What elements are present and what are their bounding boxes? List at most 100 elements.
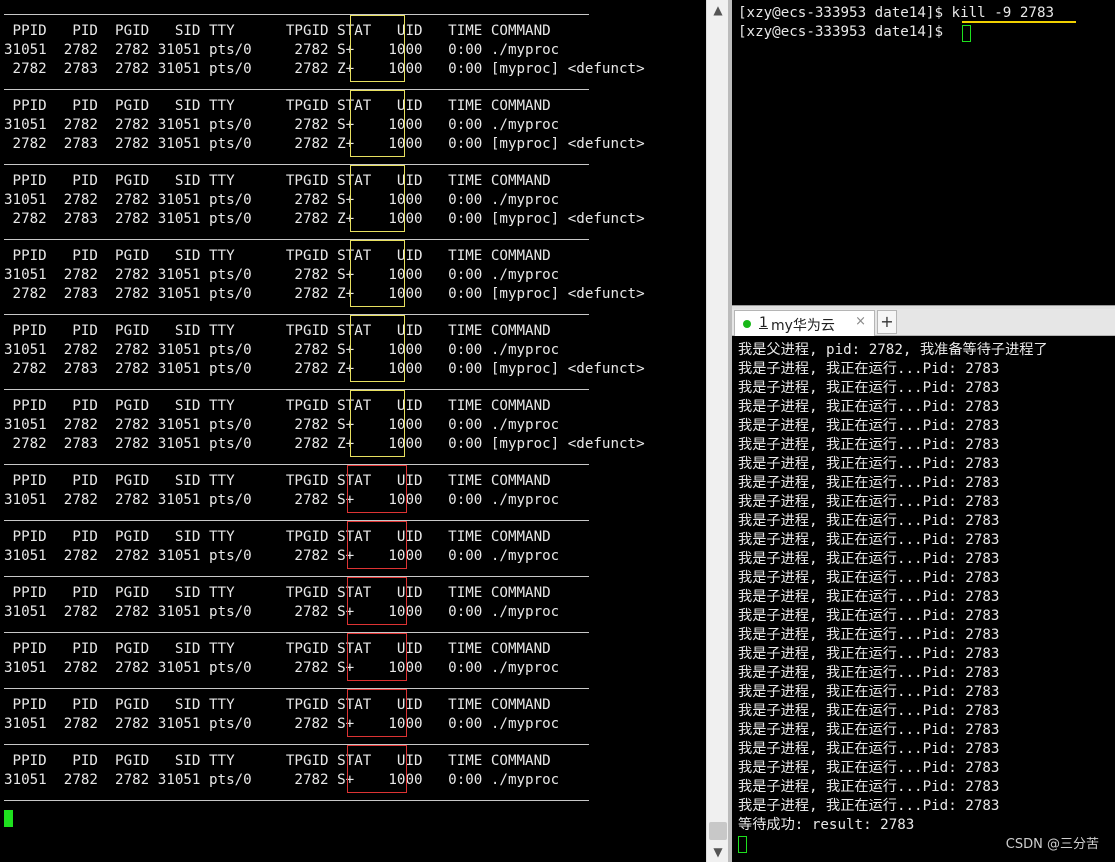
ps-header: PPID PID PGID SID TTY TPGID STAT UID TIM… [4,323,551,339]
ps-row: 2782 2783 2782 31051 pts/0 2782 Z+ 1000 … [4,136,645,152]
child-output-line: 我是子进程, 我正在运行...Pid: 2783 [738,399,1000,415]
tab-label: my华为云 [771,318,835,334]
tab-number: 1 [759,315,768,331]
tab-session[interactable]: 1 my华为云 × [734,310,875,336]
block-separator [4,314,589,315]
ps-row: 31051 2782 2782 31051 pts/0 2782 S+ 1000… [4,117,560,133]
stat-sleep-highlight [347,745,407,793]
child-output-line: 我是子进程, 我正在运行...Pid: 2783 [738,798,1000,814]
right-top-terminal[interactable]: [xzy@ecs-333953 date14]$ kill -9 2783 [x… [732,0,1115,305]
ps-row: 31051 2782 2782 31051 pts/0 2782 S+ 1000… [4,192,560,208]
stat-zombie-highlight [350,165,405,232]
left-terminal[interactable]: PPID PID PGID SID TTY TPGID STAT UID TIM… [0,0,706,862]
block-separator [4,164,589,165]
child-output-line: 我是子进程, 我正在运行...Pid: 2783 [738,703,1000,719]
scroll-up-icon[interactable]: ▲ [707,0,729,20]
child-output-line: 我是子进程, 我正在运行...Pid: 2783 [738,570,1000,586]
ps-row: 2782 2783 2782 31051 pts/0 2782 Z+ 1000 … [4,211,645,227]
stat-zombie-highlight [350,315,405,382]
stat-sleep-highlight [347,689,407,737]
ps-row: 31051 2782 2782 31051 pts/0 2782 S+ 1000… [4,342,560,358]
stat-zombie-highlight [350,15,405,82]
child-output-line: 我是子进程, 我正在运行...Pid: 2783 [738,646,1000,662]
scroll-down-icon[interactable]: ▼ [707,842,729,862]
block-separator [4,744,589,745]
ps-header: PPID PID PGID SID TTY TPGID STAT UID TIM… [4,529,551,545]
stat-sleep-highlight [347,521,407,569]
ps-row: 31051 2782 2782 31051 pts/0 2782 S+ 1000… [4,42,560,58]
terminal-cursor [738,836,747,853]
block-separator [4,632,589,633]
child-output-line: 我是子进程, 我正在运行...Pid: 2783 [738,722,1000,738]
watermark: CSDN @三分苦 [1005,837,1099,852]
ps-row: 2782 2783 2782 31051 pts/0 2782 Z+ 1000 … [4,361,645,377]
close-icon[interactable]: × [855,314,866,329]
child-output-line: 我是子进程, 我正在运行...Pid: 2783 [738,608,1000,624]
tab-bar: 1 my华为云 × + [732,309,1115,336]
child-output-line: 我是子进程, 我正在运行...Pid: 2783 [738,437,1000,453]
child-output-line: 我是子进程, 我正在运行...Pid: 2783 [738,361,1000,377]
ps-header: PPID PID PGID SID TTY TPGID STAT UID TIM… [4,641,551,657]
stat-sleep-highlight [347,465,407,513]
command-underline [962,21,1076,23]
block-separator [4,239,589,240]
child-output-line: 我是子进程, 我正在运行...Pid: 2783 [738,456,1000,472]
ps-row: 31051 2782 2782 31051 pts/0 2782 S+ 1000… [4,660,560,676]
block-separator [4,688,589,689]
scroll-thumb[interactable] [709,822,727,840]
parent-output-line: 我是父进程, pid: 2782, 我准备等待子进程了 [738,342,1048,358]
child-output-line: 我是子进程, 我正在运行...Pid: 2783 [738,513,1000,529]
child-output-line: 我是子进程, 我正在运行...Pid: 2783 [738,760,1000,776]
connected-status-icon [743,320,751,328]
ps-row: 2782 2783 2782 31051 pts/0 2782 Z+ 1000 … [4,286,645,302]
stat-sleep-highlight [347,577,407,625]
ps-header: PPID PID PGID SID TTY TPGID STAT UID TIM… [4,585,551,601]
ps-row: 31051 2782 2782 31051 pts/0 2782 S+ 1000… [4,772,560,788]
stat-zombie-highlight [350,240,405,307]
child-output-line: 我是子进程, 我正在运行...Pid: 2783 [738,684,1000,700]
stat-zombie-highlight [350,90,405,157]
ps-row: 31051 2782 2782 31051 pts/0 2782 S+ 1000… [4,604,560,620]
child-output-line: 我是子进程, 我正在运行...Pid: 2783 [738,741,1000,757]
ps-row: 2782 2783 2782 31051 pts/0 2782 Z+ 1000 … [4,61,645,77]
terminal-cursor [962,25,971,42]
block-separator [4,89,589,90]
ps-row: 31051 2782 2782 31051 pts/0 2782 S+ 1000… [4,548,560,564]
prompt-line: [xzy@ecs-333953 date14]$ [738,24,952,40]
stat-sleep-highlight [347,633,407,681]
block-separator [4,520,589,521]
child-output-line: 我是子进程, 我正在运行...Pid: 2783 [738,380,1000,396]
ps-header: PPID PID PGID SID TTY TPGID STAT UID TIM… [4,248,551,264]
stat-zombie-highlight [350,390,405,457]
block-separator [4,14,589,15]
ps-header: PPID PID PGID SID TTY TPGID STAT UID TIM… [4,697,551,713]
ps-row: 31051 2782 2782 31051 pts/0 2782 S+ 1000… [4,417,560,433]
ps-header: PPID PID PGID SID TTY TPGID STAT UID TIM… [4,473,551,489]
child-output-line: 我是子进程, 我正在运行...Pid: 2783 [738,532,1000,548]
block-separator [4,576,589,577]
ps-header: PPID PID PGID SID TTY TPGID STAT UID TIM… [4,23,551,39]
left-terminal-scrollbar[interactable]: ▲ ▼ [706,0,729,862]
right-bottom-terminal[interactable]: CSDN @三分苦 我是父进程, pid: 2782, 我准备等待子进程了 我是子… [732,336,1115,862]
child-output-line: 我是子进程, 我正在运行...Pid: 2783 [738,589,1000,605]
child-output-line: 我是子进程, 我正在运行...Pid: 2783 [738,627,1000,643]
ps-header: PPID PID PGID SID TTY TPGID STAT UID TIM… [4,173,551,189]
ps-header: PPID PID PGID SID TTY TPGID STAT UID TIM… [4,398,551,414]
child-output-line: 我是子进程, 我正在运行...Pid: 2783 [738,418,1000,434]
ps-header: PPID PID PGID SID TTY TPGID STAT UID TIM… [4,98,551,114]
child-output-line: 我是子进程, 我正在运行...Pid: 2783 [738,551,1000,567]
child-output-line: 我是子进程, 我正在运行...Pid: 2783 [738,665,1000,681]
add-tab-button[interactable]: + [877,310,897,334]
child-output-line: 我是子进程, 我正在运行...Pid: 2783 [738,494,1000,510]
wait-result-line: 等待成功: result: 2783 [738,817,915,833]
child-output-line: 我是子进程, 我正在运行...Pid: 2783 [738,779,1000,795]
ps-header: PPID PID PGID SID TTY TPGID STAT UID TIM… [4,753,551,769]
ps-row: 2782 2783 2782 31051 pts/0 2782 Z+ 1000 … [4,436,645,452]
block-separator [4,389,589,390]
ps-row: 31051 2782 2782 31051 pts/0 2782 S+ 1000… [4,267,560,283]
terminal-cursor [4,810,13,827]
ps-row: 31051 2782 2782 31051 pts/0 2782 S+ 1000… [4,716,560,732]
child-output-line: 我是子进程, 我正在运行...Pid: 2783 [738,475,1000,491]
block-separator [4,800,589,801]
block-separator [4,464,589,465]
